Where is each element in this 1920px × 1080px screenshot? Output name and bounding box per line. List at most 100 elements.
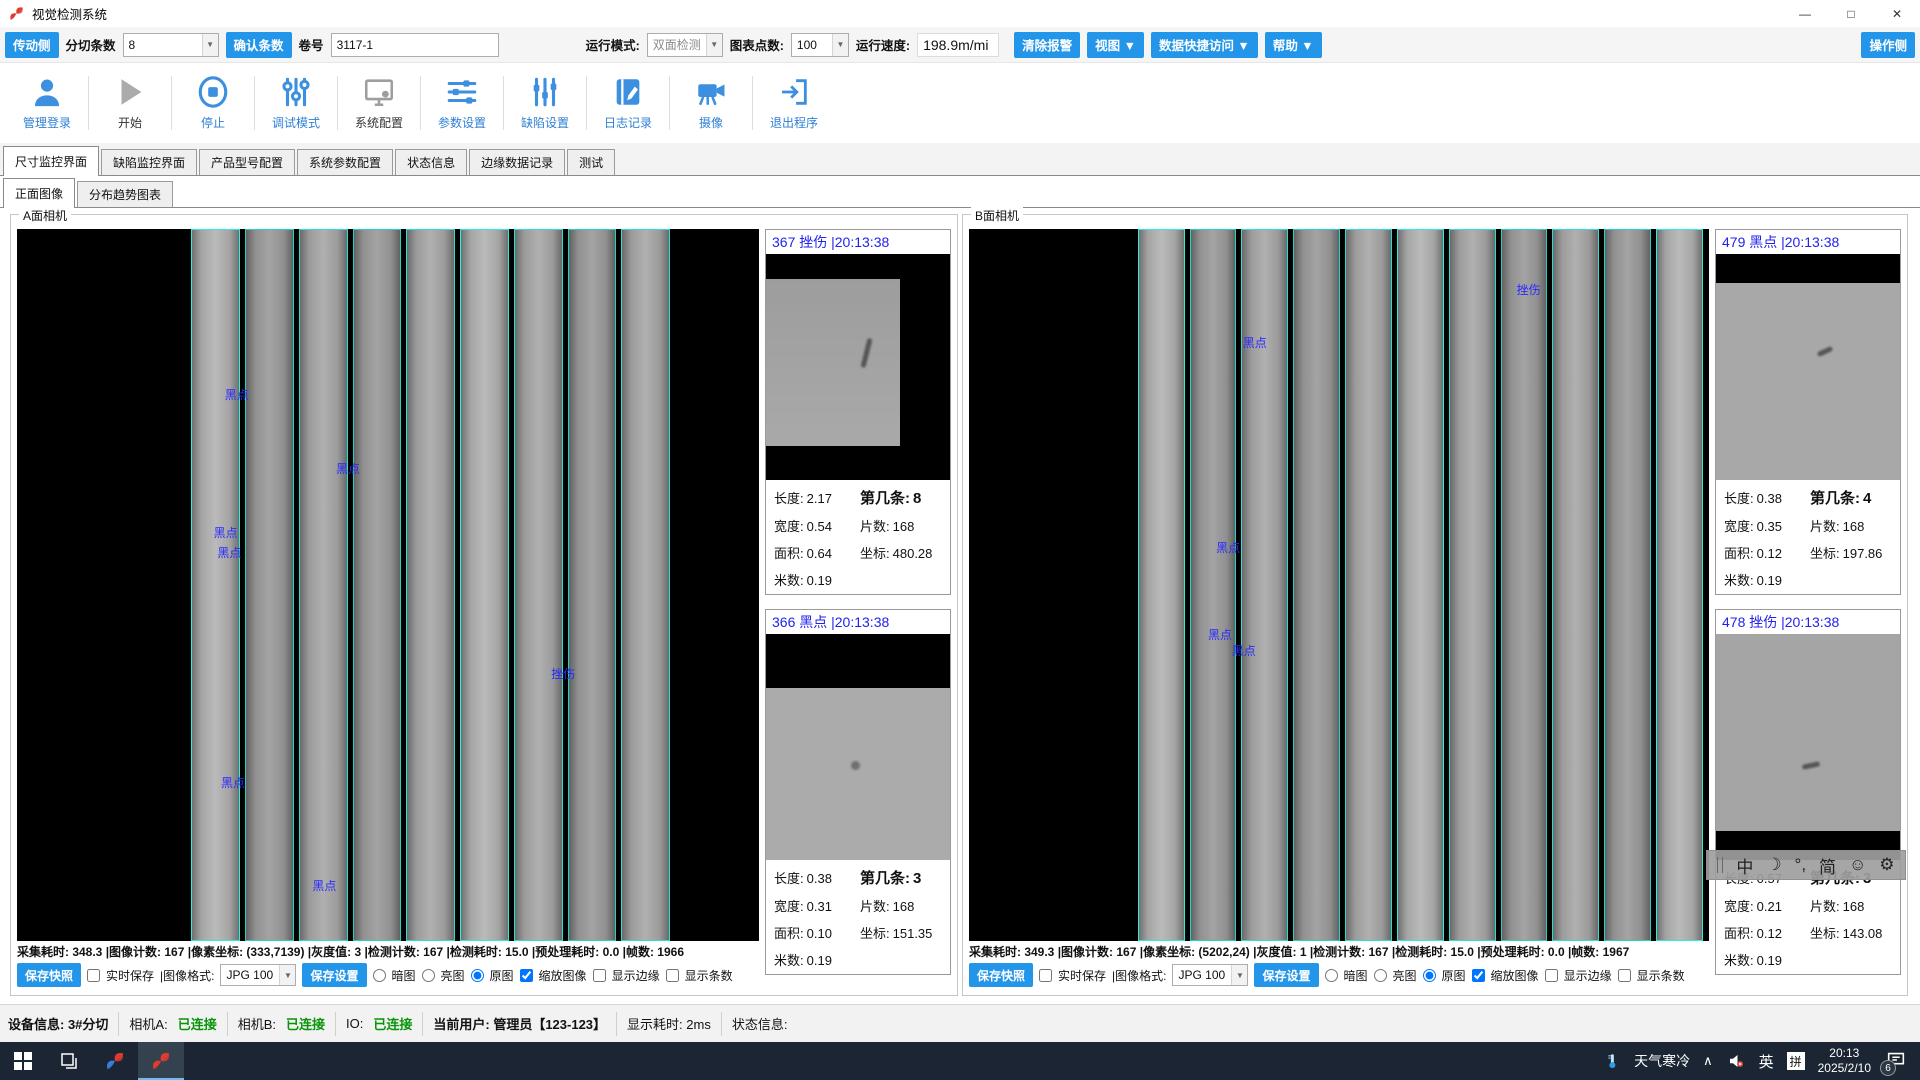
tab-status-info[interactable]: 状态信息	[395, 149, 467, 175]
view-menu-button[interactable]: 视图 ▼	[1087, 32, 1144, 58]
help-menu-button[interactable]: 帮助 ▼	[1265, 32, 1322, 58]
language-indicator[interactable]: 英	[1759, 1051, 1774, 1072]
image-defect-label: 黑点	[1232, 642, 1256, 659]
roll-number-input[interactable]: 3117-1	[331, 33, 499, 57]
log-book-icon	[611, 75, 645, 109]
close-button[interactable]: ✕	[1874, 0, 1920, 27]
defect-card[interactable]: 366 黑点 |20:13:38 长度:0.38 第几条:3 宽度:0.31 片…	[765, 609, 951, 975]
realtime-save-checkbox[interactable]	[1039, 969, 1052, 982]
bright-image-label: 亮图	[1393, 967, 1417, 984]
app-logo-icon	[104, 1050, 126, 1072]
tab-test[interactable]: 测试	[567, 149, 615, 175]
defect-card[interactable]: 367 挫伤 |20:13:38 长度:2.17 第几条:8 宽度:0.54 片…	[765, 229, 951, 595]
capture-button[interactable]: 摄像	[670, 75, 752, 131]
camera-a-conn-label: 相机A:	[129, 1014, 167, 1033]
ime-settings-gear-icon[interactable]: ⚙	[1879, 855, 1894, 875]
tab-product-model-config[interactable]: 产品型号配置	[199, 149, 295, 175]
notification-count-badge: 6	[1880, 1060, 1896, 1076]
start-button[interactable]: 开始	[89, 75, 171, 131]
tab-edge-data-record[interactable]: 边缘数据记录	[469, 149, 565, 175]
show-strips-checkbox[interactable]	[1618, 969, 1631, 982]
ime-fullhalf-icon[interactable]: ☽	[1766, 855, 1781, 875]
stop-button[interactable]: 停止	[172, 75, 254, 131]
original-image-radio[interactable]	[471, 969, 484, 982]
subtab-front-image[interactable]: 正面图像	[3, 178, 75, 208]
chart-points-dropdown[interactable]: 100▼	[791, 33, 849, 57]
defect-settings-button[interactable]: 缺陷设置	[504, 75, 586, 131]
tab-size-monitor[interactable]: 尺寸监控界面	[3, 146, 99, 176]
taskbar-active-app-icon[interactable]	[138, 1042, 184, 1080]
defect-width: 0.54	[807, 519, 832, 534]
confirm-strips-button[interactable]: 确认条数	[226, 32, 292, 58]
weather-text[interactable]: 天气寒冷	[1634, 1051, 1690, 1071]
display-time: 显示耗时: 2ms	[627, 1014, 711, 1033]
subtab-distribution-trend[interactable]: 分布趋势图表	[77, 181, 173, 207]
camera-a-image[interactable]: 黑点黑点黑点黑点挫伤黑点黑点	[17, 229, 759, 941]
zoom-image-checkbox[interactable]	[520, 969, 533, 982]
camera-b-image[interactable]: 挫伤黑点黑点黑点黑点	[969, 229, 1709, 941]
show-edges-checkbox[interactable]	[593, 969, 606, 982]
dark-image-radio[interactable]	[373, 969, 386, 982]
params-settings-button[interactable]: 参数设置	[421, 75, 503, 131]
maximize-button[interactable]: □	[1828, 0, 1874, 27]
image-defect-label: 黑点	[336, 460, 360, 477]
titlebar: 视觉检测系统 — □ ✕	[0, 0, 1920, 27]
image-format-dropdown[interactable]: JPG 100▼	[1172, 964, 1248, 986]
image-defect-label: 挫伤	[1517, 281, 1541, 298]
minimize-button[interactable]: —	[1782, 0, 1828, 27]
debug-mode-button[interactable]: 调试模式	[255, 75, 337, 131]
save-settings-button[interactable]: 保存设置	[302, 963, 366, 987]
zoom-image-checkbox[interactable]	[1472, 969, 1485, 982]
speaker-muted-icon[interactable]	[1726, 1052, 1746, 1070]
taskbar-clock[interactable]: 20:13 2025/2/10	[1818, 1046, 1871, 1076]
clear-alarm-button[interactable]: 清除报警	[1014, 32, 1080, 58]
windows-logo-icon	[14, 1052, 32, 1070]
data-quick-access-button[interactable]: 数据快捷访问 ▼	[1151, 32, 1258, 58]
defect-card[interactable]: 478 挫伤 |20:13:38 长度:0.57 第几条:3 宽度:0.21 片…	[1715, 609, 1901, 975]
system-config-button[interactable]: 系统配置	[338, 75, 420, 131]
run-mode-dropdown[interactable]: 双面检测▼	[647, 33, 723, 57]
save-snapshot-button[interactable]: 保存快照	[969, 963, 1033, 987]
strip-count-dropdown[interactable]: 8▼	[123, 33, 219, 57]
tab-system-params-config[interactable]: 系统参数配置	[297, 149, 393, 175]
dark-image-radio[interactable]	[1325, 969, 1338, 982]
defect-meters: 0.19	[807, 953, 832, 968]
defect-pieces: 168	[893, 899, 915, 914]
drive-side-button[interactable]: 传动侧	[5, 32, 59, 58]
task-view-button[interactable]	[46, 1042, 92, 1080]
ime-mode-indicator[interactable]: 拼	[1787, 1052, 1805, 1070]
ime-simplified-toggle[interactable]: 简	[1819, 853, 1836, 878]
ime-toolbar[interactable]: 中 ☽ °, 简 ☺ ⚙	[1706, 850, 1906, 880]
camera-b-title: B面相机	[971, 207, 1023, 224]
save-snapshot-button[interactable]: 保存快照	[17, 963, 81, 987]
chevron-down-icon: ▼	[279, 965, 295, 985]
admin-login-button[interactable]: 管理登录	[6, 75, 88, 131]
user-icon	[30, 75, 64, 109]
tray-expand-caret[interactable]: ∧	[1703, 1053, 1713, 1069]
ime-emoji-icon[interactable]: ☺	[1849, 855, 1866, 875]
original-image-radio[interactable]	[1423, 969, 1436, 982]
operate-side-button[interactable]: 操作侧	[1861, 32, 1915, 58]
show-edges-checkbox[interactable]	[1545, 969, 1558, 982]
bright-image-radio[interactable]	[1374, 969, 1387, 982]
drag-handle[interactable]	[1717, 857, 1723, 873]
image-format-label: |图像格式:	[160, 967, 214, 984]
taskbar-app-icon[interactable]	[92, 1042, 138, 1080]
log-record-button[interactable]: 日志记录	[587, 75, 669, 131]
save-settings-button[interactable]: 保存设置	[1254, 963, 1318, 987]
exit-program-button[interactable]: 退出程序	[753, 75, 835, 131]
ime-lang-toggle[interactable]: 中	[1736, 853, 1753, 878]
bright-image-radio[interactable]	[422, 969, 435, 982]
chart-points-label: 图表点数:	[730, 35, 784, 54]
camera-b-conn-status: 已连接	[286, 1014, 325, 1033]
tab-defect-monitor[interactable]: 缺陷监控界面	[101, 149, 197, 175]
realtime-save-checkbox[interactable]	[87, 969, 100, 982]
roll-number-label: 卷号	[299, 35, 324, 54]
defect-meters: 0.19	[807, 573, 832, 588]
defect-card[interactable]: 479 黑点 |20:13:38 长度:0.38 第几条:4 宽度:0.35 片…	[1715, 229, 1901, 595]
ime-punctuation-icon[interactable]: °,	[1795, 855, 1807, 875]
notification-center-button[interactable]: 6	[1884, 1049, 1910, 1073]
show-strips-checkbox[interactable]	[666, 969, 679, 982]
image-format-dropdown[interactable]: JPG 100▼	[220, 964, 296, 986]
start-button[interactable]	[0, 1042, 46, 1080]
